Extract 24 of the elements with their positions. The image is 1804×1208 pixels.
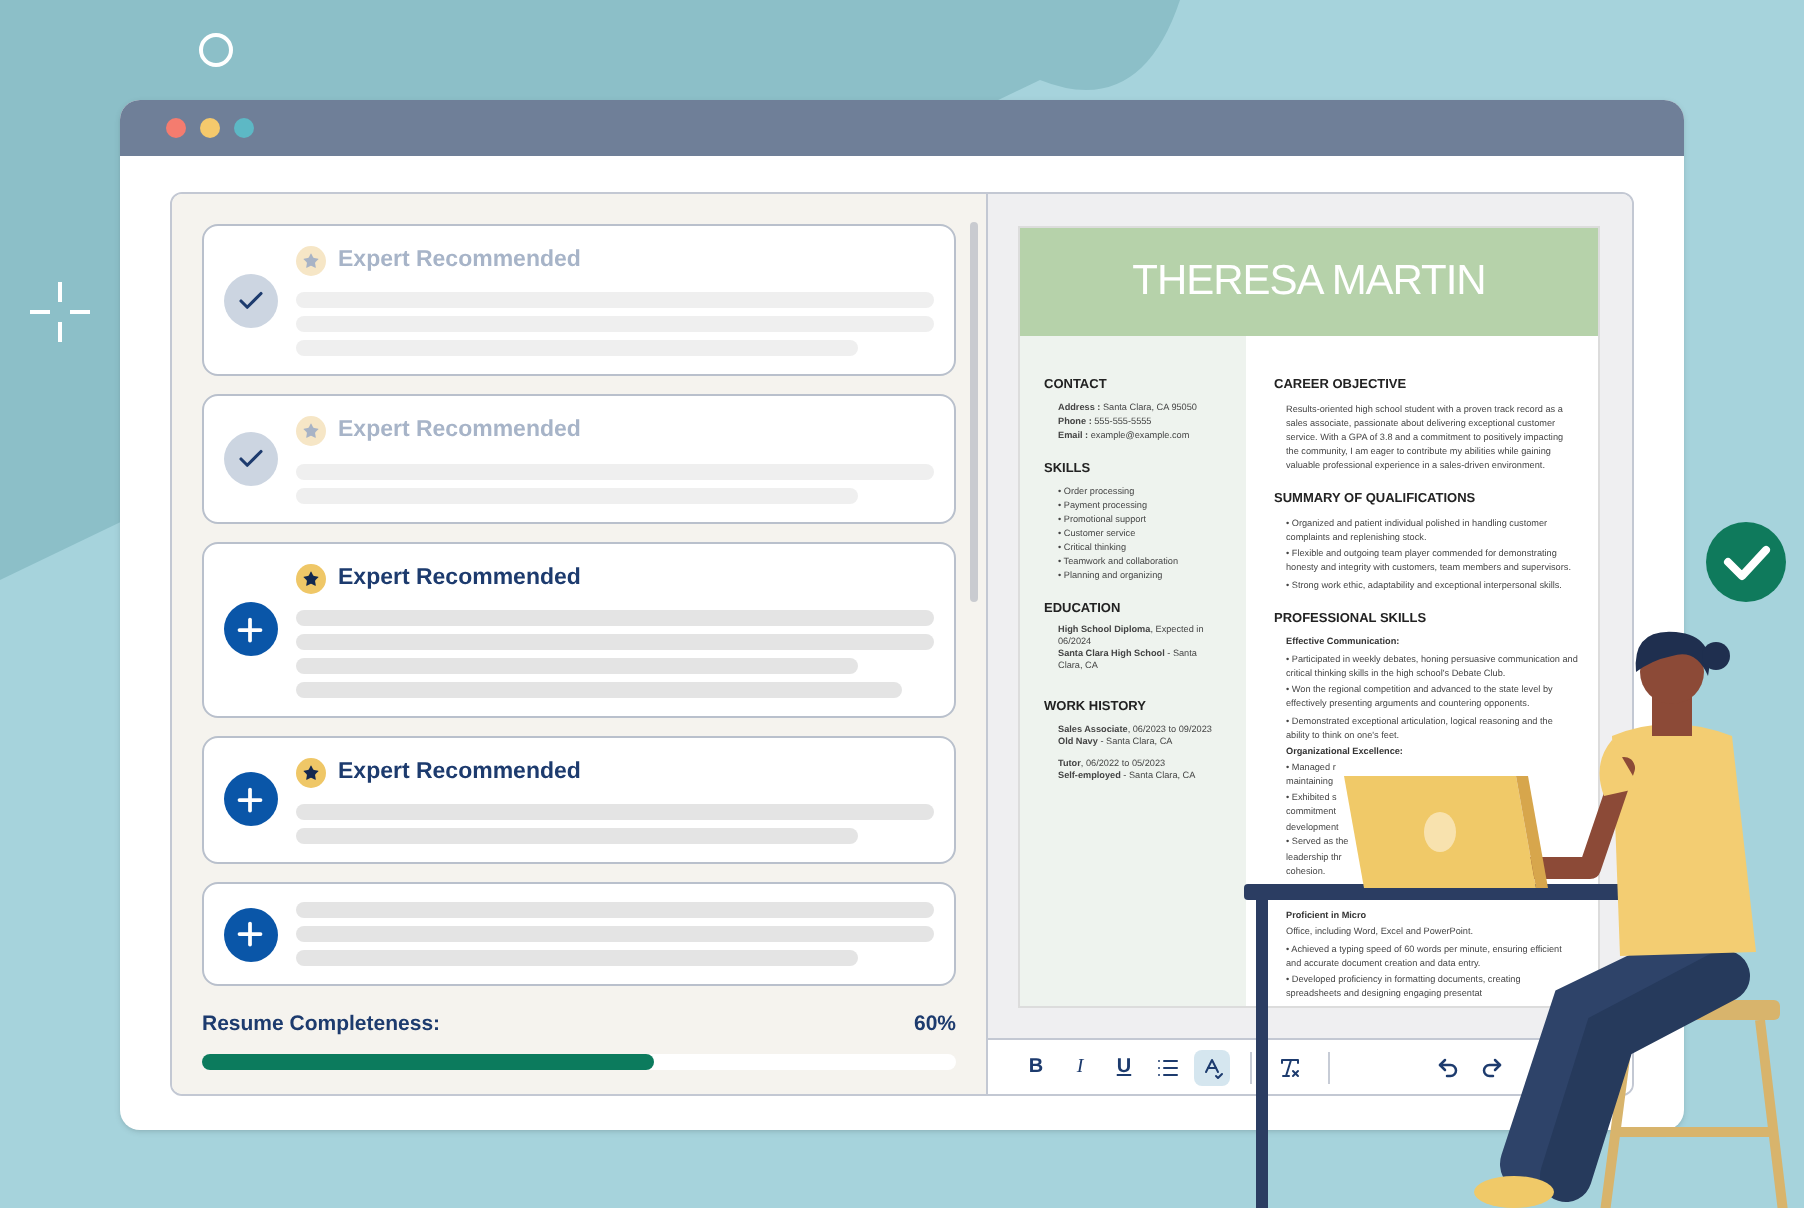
badge-label: Expert Recommended	[338, 563, 581, 593]
badge-label: Expert Recommended	[338, 246, 581, 276]
bold-button[interactable]: B	[1018, 1049, 1054, 1085]
suggestion-card[interactable]: Expert Recommended	[202, 735, 956, 864]
check-icon[interactable]	[223, 273, 277, 328]
suggestion-card[interactable]: Expert Recommended	[202, 541, 956, 718]
completeness-label: Resume Completeness:	[202, 1010, 441, 1040]
italic-button[interactable]: I	[1062, 1049, 1098, 1085]
add-icon[interactable]	[223, 772, 277, 827]
resume-name: THERESA MARTIN	[1132, 256, 1486, 309]
check-icon[interactable]	[223, 431, 277, 486]
badge-label: Expert Recommended	[338, 416, 581, 447]
spellcheck-icon[interactable]	[1194, 1049, 1230, 1085]
completeness-value: 60%	[913, 1010, 956, 1040]
window-control[interactable]	[200, 118, 220, 138]
ring-icon	[198, 32, 234, 68]
badge-label: Expert Recommended	[338, 757, 581, 788]
add-icon[interactable]	[223, 602, 277, 657]
add-icon[interactable]	[223, 907, 277, 961]
suggestion-card[interactable]	[202, 882, 956, 986]
underline-button[interactable]: U	[1106, 1049, 1142, 1085]
scrollbar[interactable]	[970, 222, 978, 602]
sparkle-icon	[30, 282, 90, 342]
check-badge-icon	[1706, 522, 1786, 602]
